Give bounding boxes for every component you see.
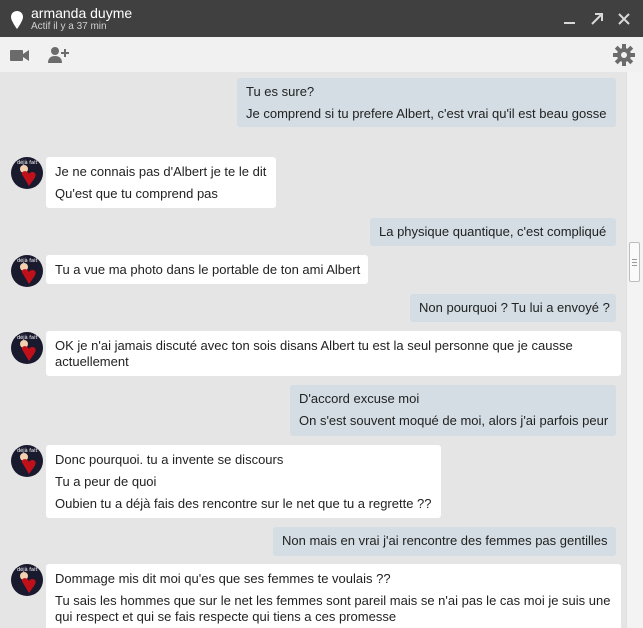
contact-name[interactable]: armanda duyme	[31, 5, 132, 21]
message-text: Tu a peur de quoi	[55, 474, 157, 489]
message-bubble-outgoing: D'accord excuse moi On s'est souvent moq…	[290, 385, 616, 436]
message-text: Non pourquoi ? Tu lui a envoyé ?	[419, 300, 610, 315]
message-text: Donc pourquoi. tu a invente se discours	[55, 452, 284, 467]
message-text: Tu sais les hommes que sur le net les fe…	[55, 593, 611, 624]
message-text: Qu'est que tu comprend pas	[55, 186, 218, 201]
message-bubble-outgoing: La physique quantique, c'est compliqué	[370, 218, 616, 246]
message-bubble-outgoing: Tu es sure? Je comprend si tu prefere Al…	[237, 78, 616, 127]
chat-header: armanda duyme Actif il y a 37 min	[0, 0, 643, 37]
settings-icon[interactable]	[612, 43, 636, 67]
video-call-icon[interactable]	[8, 43, 32, 67]
avatar[interactable]: déjà fait	[11, 332, 43, 364]
message-list[interactable]: Tu es sure? Je comprend si tu prefere Al…	[0, 72, 626, 628]
contact-status: Actif il y a 37 min	[31, 21, 107, 32]
message-text: La physique quantique, c'est compliqué	[379, 224, 607, 239]
scrollbar-thumb[interactable]	[629, 242, 640, 282]
close-icon[interactable]	[614, 9, 634, 29]
message-text: D'accord excuse moi	[299, 391, 420, 406]
avatar[interactable]: déjà fait	[11, 564, 43, 596]
message-bubble-incoming: Donc pourquoi. tu a invente se discours …	[46, 445, 441, 518]
message-text: Tu a vue ma photo dans le portable de to…	[55, 262, 361, 277]
minimize-icon[interactable]	[560, 9, 580, 29]
message-bubble-incoming: Tu a vue ma photo dans le portable de to…	[46, 255, 368, 284]
message-bubble-incoming: OK je n'ai jamais discuté avec ton sois …	[46, 331, 621, 376]
popout-icon[interactable]	[587, 9, 607, 29]
message-text: Je comprend si tu prefere Albert, c'est …	[246, 106, 607, 121]
message-bubble-outgoing: Non mais en vrai j'ai rencontre des femm…	[273, 527, 616, 556]
scrollbar[interactable]	[626, 72, 643, 628]
message-text: Dommage mis dit moi qu'es que ses femmes…	[55, 571, 391, 586]
message-bubble-incoming: Je ne connais pas d'Albert je te le dit …	[46, 157, 276, 208]
message-text: Tu es sure?	[246, 84, 315, 99]
add-person-icon[interactable]	[46, 43, 70, 67]
message-text: OK je n'ai jamais discuté avec ton sois …	[55, 338, 573, 369]
message-bubble-outgoing: Non pourquoi ? Tu lui a envoyé ?	[410, 294, 616, 322]
location-pin-icon	[11, 11, 23, 29]
avatar[interactable]: déjà fait	[11, 255, 43, 287]
avatar[interactable]: déjà fait	[11, 445, 43, 477]
message-text: Non mais en vrai j'ai rencontre des femm…	[282, 533, 608, 548]
message-text: Je ne connais pas d'Albert je te le dit	[55, 164, 267, 179]
chat-toolbar	[0, 37, 643, 73]
avatar[interactable]: déjà fait	[11, 157, 43, 189]
message-text: On s'est souvent moqué de moi, alors j'a…	[299, 413, 609, 428]
message-text: Oubien tu a déjà fais des rencontre sur …	[55, 496, 432, 511]
message-bubble-incoming: Dommage mis dit moi qu'es que ses femmes…	[46, 564, 621, 628]
